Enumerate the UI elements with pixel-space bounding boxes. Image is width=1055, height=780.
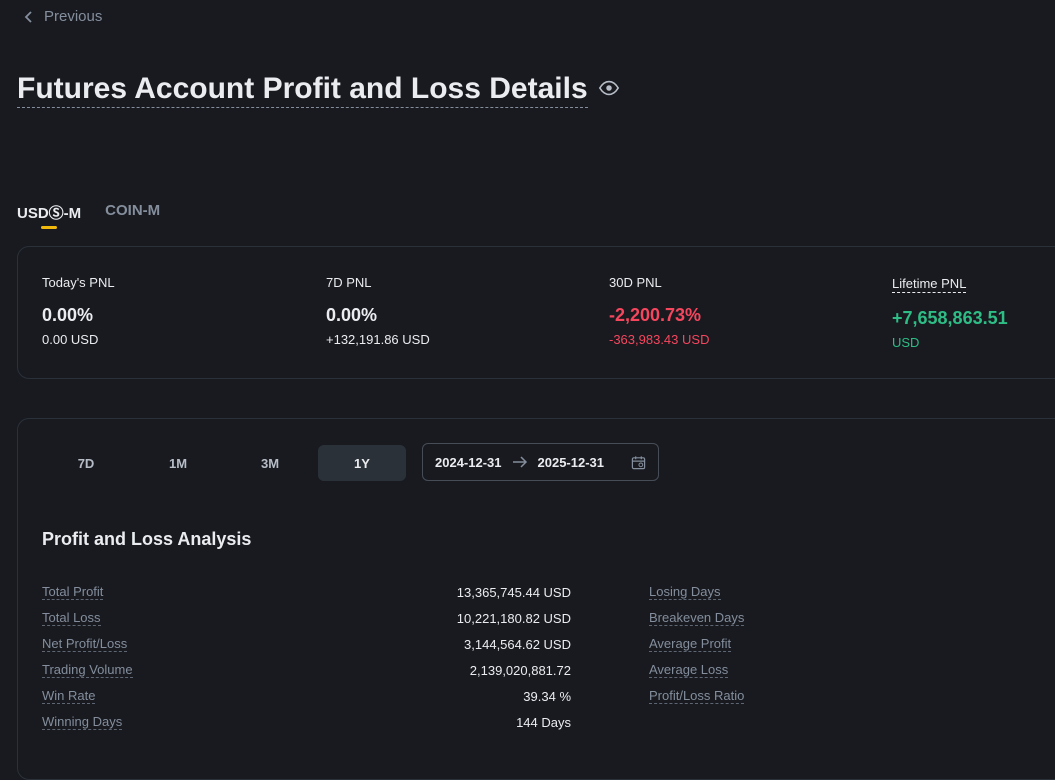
range-3m-button[interactable]: 3M [226, 445, 314, 481]
start-date: 2024-12-31 [435, 454, 502, 470]
date-range-picker[interactable]: 2024-12-31 2025-12-31 [422, 443, 659, 481]
stat-row: Win Rate 39.34 % [42, 683, 571, 709]
stat-label[interactable]: Profit/Loss Ratio [649, 688, 745, 704]
range-1m-button[interactable]: 1M [134, 445, 222, 481]
tab-usds-m[interactable]: USDⓈ-M [17, 202, 82, 229]
tab-coin-m[interactable]: COIN-M [105, 202, 160, 223]
tab-label: USDⓈ-M [17, 205, 82, 222]
stat-label[interactable]: Trading Volume [42, 662, 133, 678]
stat-label[interactable]: Total Loss [42, 610, 101, 626]
page-title: Futures Account Profit and Loss Details [17, 72, 588, 108]
stat-row: Net Profit/Loss 3,144,564.62 USD [42, 631, 571, 657]
stat-label[interactable]: Average Profit [649, 636, 732, 652]
30d-pnl: 30D PNL -2,200.73% -363,983.43 USD [609, 275, 709, 347]
chevron-left-icon [24, 10, 32, 23]
analysis-stats-left: Total Profit 13,365,745.44 USD Total Los… [42, 579, 571, 735]
pnl-value: -2,200.73% [609, 305, 702, 325]
analysis-title: Profit and Loss Analysis [42, 529, 252, 549]
stat-row: Total Profit 13,365,745.44 USD [42, 579, 571, 605]
pnl-value: 0.00% [42, 305, 94, 325]
analysis-card: 7D 1M 3M 1Y 2024-12-31 2025-12-31 Profit… [17, 418, 1055, 780]
stat-value: 10,221,180.82 USD [456, 610, 571, 626]
stat-value: 39.34 % [523, 688, 571, 704]
stat-row: Total Loss 10,221,180.82 USD [42, 605, 571, 631]
pnl-label: 7D PNL [326, 275, 372, 290]
eye-icon[interactable] [598, 77, 620, 99]
stat-label[interactable]: Losing Days [649, 584, 721, 600]
7d-pnl: 7D PNL 0.00% +132,191.86 USD [326, 275, 430, 347]
stat-value: 144 Days [516, 714, 571, 730]
pnl-sub: USD [892, 335, 920, 350]
stat-row: Average Profit [649, 631, 744, 657]
stat-row: Average Loss [649, 657, 744, 683]
title-row: Futures Account Profit and Loss Details [17, 72, 620, 108]
stat-label[interactable]: Winning Days [42, 714, 123, 730]
analysis-stats-right: Losing Days Breakeven Days Average Profi… [649, 579, 745, 709]
stat-row: Losing Days [649, 579, 744, 605]
range-1y-button[interactable]: 1Y [318, 445, 406, 481]
pnl-sub: -363,983.43 USD [609, 332, 710, 347]
stat-value: 2,139,020,881.72 [469, 662, 571, 678]
back-link-label: Previous [44, 8, 103, 25]
pnl-label: Today's PNL [42, 275, 115, 290]
stat-label[interactable]: Breakeven Days [649, 610, 745, 626]
stat-label[interactable]: Win Rate [42, 688, 96, 704]
end-date: 2025-12-31 [537, 454, 605, 470]
lifetime-pnl: Lifetime PNL +7,658,863.51 USD [892, 275, 1008, 350]
pnl-summary-card: Today's PNL 0.00% 0.00 USD 7D PNL 0.00% … [17, 246, 1055, 379]
tab-label: COIN-M [105, 202, 161, 219]
calendar-icon [631, 455, 646, 469]
stat-label[interactable]: Net Profit/Loss [42, 636, 128, 652]
market-tabs: USDⓈ-M COIN-M [17, 202, 160, 229]
arrow-right-icon [512, 456, 527, 468]
pnl-value: 0.00% [326, 305, 378, 325]
stat-value: 13,365,745.44 USD [456, 584, 571, 600]
stat-row: Profit/Loss Ratio [649, 683, 745, 709]
stat-row: Breakeven Days [649, 605, 745, 631]
todays-pnl: Today's PNL 0.00% 0.00 USD [42, 275, 115, 347]
stat-label[interactable]: Total Profit [42, 584, 104, 600]
stat-row: Trading Volume 2,139,020,881.72 [42, 657, 571, 683]
stat-label[interactable]: Average Loss [649, 662, 729, 678]
pnl-value: +7,658,863.51 [892, 308, 1008, 328]
stat-value: 3,144,564.62 USD [464, 636, 571, 652]
active-tab-indicator [41, 226, 57, 229]
pnl-label: 30D PNL [609, 275, 662, 290]
pnl-sub: +132,191.86 USD [326, 332, 430, 347]
pnl-label[interactable]: Lifetime PNL [892, 276, 967, 293]
pnl-sub: 0.00 USD [42, 332, 99, 347]
back-link[interactable]: Previous [22, 8, 102, 25]
range-7d-button[interactable]: 7D [42, 445, 130, 481]
stat-row: Winning Days 144 Days [42, 709, 571, 735]
